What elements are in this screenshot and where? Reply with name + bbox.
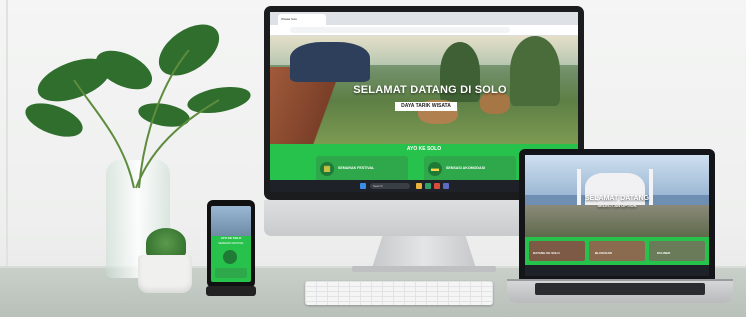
browser-url-bar bbox=[270, 25, 578, 36]
phone-card[interactable] bbox=[215, 268, 247, 278]
visitors bbox=[290, 42, 370, 82]
phone-title: AYO KE SOLO bbox=[220, 236, 242, 240]
taskbar-search[interactable]: Search bbox=[370, 183, 410, 189]
laptop-hero-title: SELAMAT DATANG SELECT AN OPTION bbox=[525, 195, 709, 209]
keyboard bbox=[305, 281, 493, 305]
festival-card[interactable]: ▦ SEMARAK FESTIVAL bbox=[316, 156, 408, 182]
monitor-stand bbox=[372, 236, 476, 268]
store-icon[interactable] bbox=[443, 183, 449, 189]
laptop-hero-sub[interactable]: SELECT AN OPTION bbox=[598, 203, 637, 208]
white-pot bbox=[138, 255, 192, 293]
calendar-icon: ▦ bbox=[320, 162, 334, 176]
daya-tarik-button[interactable]: DAYA TARIK WISATA bbox=[395, 102, 457, 111]
bed-icon: ▬ bbox=[428, 162, 442, 176]
address-input[interactable] bbox=[290, 27, 510, 33]
thumb-label: DATANG KE SOLO bbox=[533, 251, 560, 255]
succulent-plant bbox=[146, 228, 186, 258]
thumb-label: KULINER bbox=[657, 251, 671, 255]
calendar-icon[interactable] bbox=[223, 250, 237, 264]
laptop-screen: SELAMAT DATANG SELECT AN OPTION DATANG K… bbox=[525, 155, 709, 276]
browser-tab[interactable]: Wisata Solo bbox=[278, 14, 326, 25]
akomodasi-card[interactable]: ▬ SENSASI AKOMODASI bbox=[424, 156, 516, 182]
phone-hero-image bbox=[211, 206, 251, 236]
card-label: SEMARAK FESTIVAL bbox=[338, 166, 375, 170]
thumb-label: BLUSUKAN bbox=[595, 251, 612, 255]
chrome-icon[interactable] bbox=[434, 183, 440, 189]
edge-icon[interactable] bbox=[425, 183, 431, 189]
card-label: SENSASI AKOMODASI bbox=[446, 166, 486, 170]
phone-dock bbox=[206, 286, 256, 296]
monstera-plant bbox=[25, 24, 251, 189]
browser-tab-bar: Wisata Solo bbox=[270, 12, 578, 25]
city-image bbox=[525, 205, 709, 237]
laptop-keyboard bbox=[535, 283, 705, 295]
monitor-base bbox=[352, 266, 496, 272]
laptop-taskbar bbox=[525, 265, 709, 276]
phone-subtitle: SEMARAK FESTIVAL bbox=[218, 242, 244, 245]
hero-title: SELAMAT DATANG DI SOLO bbox=[353, 84, 507, 96]
folder-icon[interactable] bbox=[416, 183, 422, 189]
phone-screen: AYO KE SOLO SEMARAK FESTIVAL bbox=[211, 206, 251, 282]
laptop-hero-title-text: SELAMAT DATANG bbox=[584, 195, 650, 202]
start-icon[interactable] bbox=[360, 183, 366, 189]
